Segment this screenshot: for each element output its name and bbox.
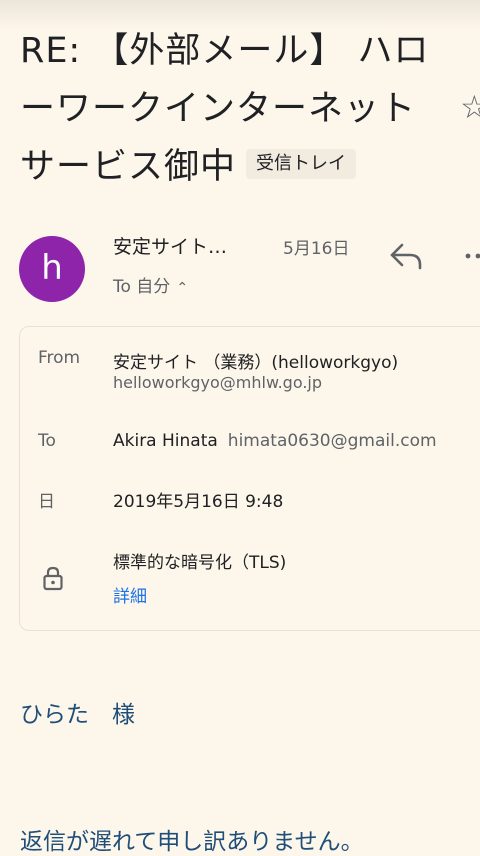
lock-icon xyxy=(43,566,63,591)
to-email[interactable]: himata0630@gmail.com xyxy=(228,431,437,451)
email-subject: RE: 【外部メール】 ハロ ーワークインターネット サービス御中 受信トレイ xyxy=(20,22,460,196)
subject-line-2: ーワークインターネット xyxy=(20,89,417,129)
recipient-summary: To 自分 xyxy=(113,277,171,297)
body-line: 返信が遅れて申し訳ありません。 xyxy=(20,829,364,855)
reply-icon[interactable] xyxy=(386,238,426,274)
body-greeting: ひらた 様 xyxy=(20,702,135,728)
chevron-up-icon: ⌃ xyxy=(176,280,189,296)
from-label: From xyxy=(38,348,81,368)
subject-line-3: サービス御中 受信トレイ xyxy=(20,138,460,196)
encryption-status: 標準的な暗号化（TLS) xyxy=(113,553,287,573)
inbox-label-chip[interactable]: 受信トレイ xyxy=(246,149,357,179)
subject-line-3-text: サービス御中 xyxy=(20,147,237,187)
to-recipient: Akira Hinata himata0630@gmail.com xyxy=(113,431,437,451)
date-value: 2019年5月16日 9:48 xyxy=(113,492,284,512)
from-name: 安定サイト （業務）(helloworkgyo) xyxy=(113,353,399,373)
from-email[interactable]: helloworkgyo@mhlw.go.jp xyxy=(113,373,322,392)
avatar[interactable]: h xyxy=(19,236,85,302)
to-name: Akira Hinata xyxy=(113,431,218,451)
encryption-details-link[interactable]: 詳細 xyxy=(113,582,147,607)
recipient-details-toggle[interactable]: To 自分 ⌃ xyxy=(113,272,188,297)
message-date: 5月16日 xyxy=(283,239,350,259)
star-icon[interactable]: ☆ xyxy=(460,91,480,123)
more-vert-icon[interactable] xyxy=(462,244,480,268)
date-label: 日 xyxy=(38,492,55,512)
subject-line-1: RE: 【外部メール】 ハロ xyxy=(20,31,430,71)
to-label: To xyxy=(38,431,56,451)
sender-name: 安定サイト… xyxy=(113,236,228,258)
